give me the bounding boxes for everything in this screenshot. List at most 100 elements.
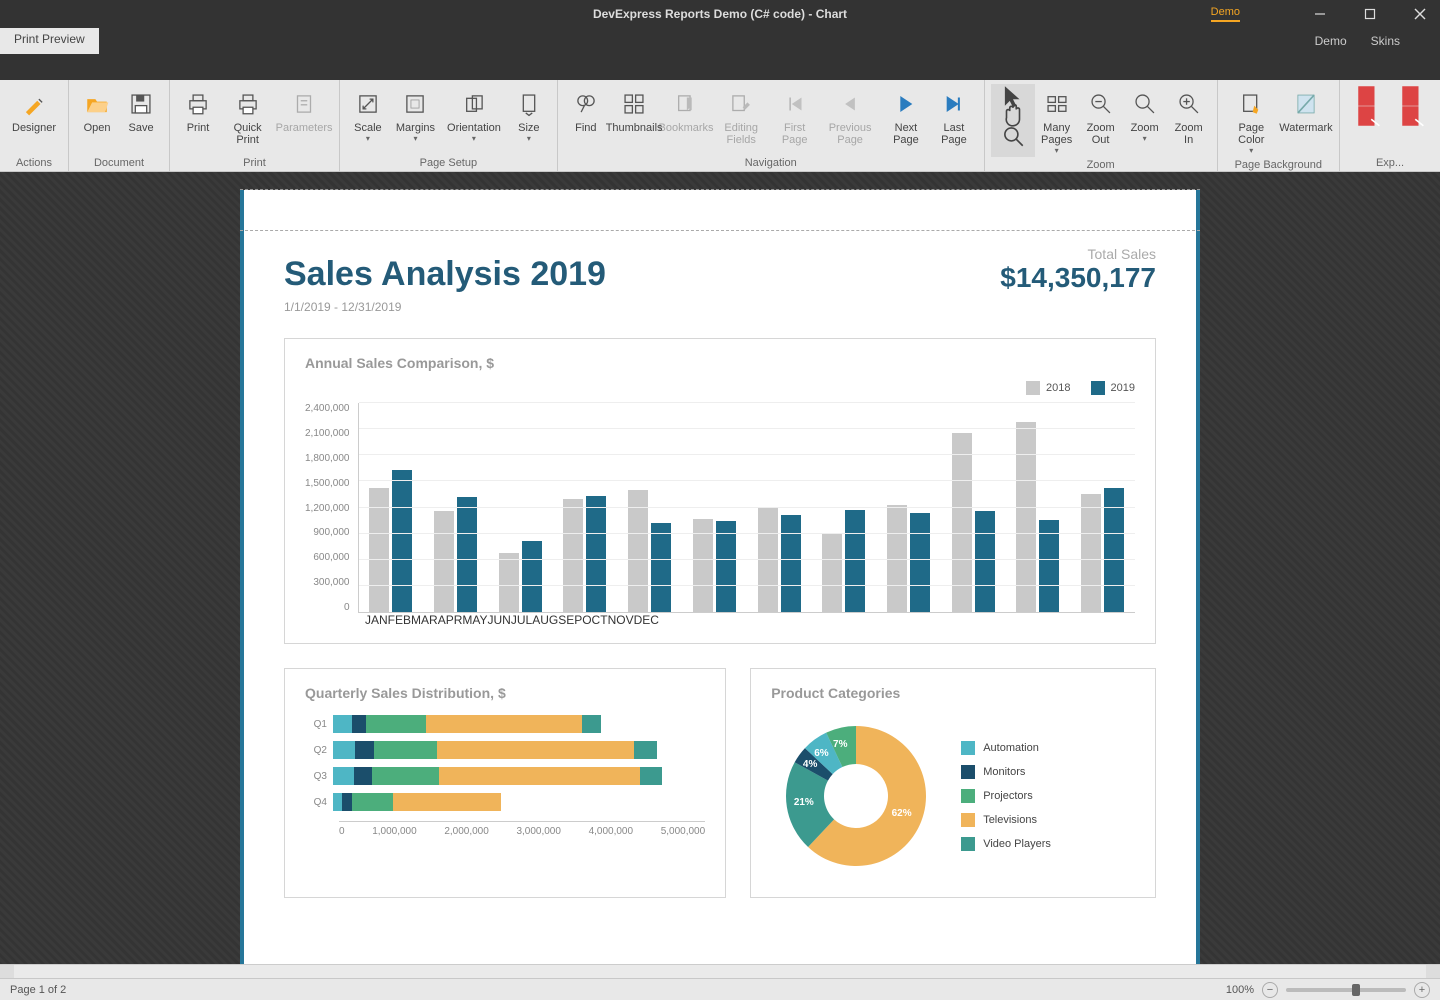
thumbs-label: Thumbnails	[606, 122, 663, 134]
quarterly-x-axis: 01,000,0002,000,0003,000,0004,000,0005,0…	[339, 821, 705, 837]
seg-Q4-Automation	[333, 793, 342, 811]
bar-2019-MAR	[522, 541, 542, 612]
params-label: Parameters	[276, 122, 333, 134]
editf-label: Editing Fields	[718, 122, 765, 146]
title-tabs: Demo Skins	[0, 28, 1440, 54]
print-label: Print	[187, 122, 210, 134]
pcolor-label: Page Color	[1230, 122, 1273, 146]
legend-item: Video Players	[961, 832, 1051, 856]
dropdown-arrow-icon: ▾	[413, 134, 417, 143]
export-email-icon[interactable]	[1399, 108, 1425, 124]
zoom-icon	[1132, 88, 1158, 120]
annual-y-axis: 2,400,0002,100,0001,800,0001,500,0001,20…	[305, 403, 358, 613]
export-pdf-icon[interactable]	[1355, 88, 1381, 104]
save-button[interactable]: Save	[119, 84, 163, 155]
status-bar: Page 1 of 2 100% − +	[0, 978, 1440, 1000]
bar-2018-MAR	[499, 553, 519, 612]
total-sales-value: $14,350,177	[1000, 262, 1156, 294]
seg-Q1-Automation	[333, 715, 352, 733]
zoom-slider[interactable]	[1286, 988, 1406, 992]
scale-label: Scale	[354, 122, 382, 134]
zin-button[interactable]: Zoom In	[1167, 84, 1211, 157]
thumbs-button[interactable]: Thumbnails	[608, 84, 661, 155]
title-tab-skins[interactable]: Skins	[1371, 34, 1400, 48]
last-icon	[941, 88, 967, 120]
ribbon-group-label: Page Setup	[346, 155, 551, 169]
editf-icon	[728, 88, 754, 120]
window-titlebar: DevExpress Reports Demo (C# code) - Char…	[0, 0, 1440, 28]
seg-Q2-VideoPlayers	[634, 741, 656, 759]
seg-Q1-VideoPlayers	[582, 715, 601, 733]
find-button[interactable]: Find	[564, 84, 608, 155]
margins-icon	[402, 88, 428, 120]
seg-Q2-Projectors	[374, 741, 437, 759]
export-email-icon[interactable]	[1355, 108, 1381, 124]
ribbon-group-label: Exp...	[1346, 155, 1434, 169]
wmark-label: Watermark	[1279, 122, 1332, 134]
zoom-percent: 100%	[1226, 984, 1254, 996]
wmark-button[interactable]: Watermark	[1279, 84, 1333, 157]
wmark-icon	[1293, 88, 1319, 120]
preview-canvas[interactable]: Sales Analysis 2019 Total Sales $14,350,…	[0, 172, 1440, 978]
orient-button[interactable]: Orientation ▾	[441, 84, 507, 155]
export-pdf-icon[interactable]	[1399, 88, 1425, 104]
ribbon-group-label: Navigation	[564, 155, 978, 169]
quarterly-chart-title: Quarterly Sales Distribution, $	[305, 685, 705, 701]
categories-card: Product Categories 62%21%4%6%7% Automati…	[750, 668, 1156, 898]
last-button[interactable]: Last Page	[930, 84, 977, 155]
exp1-button[interactable]	[1346, 84, 1390, 155]
annual-sales-card: Annual Sales Comparison, $ 20182019 2,40…	[284, 338, 1156, 644]
zout-button[interactable]: Zoom Out	[1079, 84, 1123, 157]
exp2-button[interactable]	[1390, 84, 1434, 155]
report-title: Sales Analysis 2019	[284, 255, 606, 294]
bkmk-button: Bookmarks	[660, 84, 711, 155]
annual-chart-title: Annual Sales Comparison, $	[305, 355, 1135, 371]
zin-label: Zoom In	[1173, 122, 1205, 146]
title-tab-demo[interactable]: Demo	[1315, 34, 1347, 48]
bkmk-label: Bookmarks	[659, 122, 714, 134]
open-button[interactable]: Open	[75, 84, 119, 155]
minimize-button[interactable]	[1300, 0, 1340, 28]
scale-icon	[355, 88, 381, 120]
many-label: Many Pages	[1041, 122, 1073, 146]
orient-label: Orientation	[447, 122, 501, 134]
zoom-in-button[interactable]: +	[1414, 982, 1430, 998]
many-button[interactable]: Many Pages ▾	[1035, 84, 1079, 157]
qprint-button[interactable]: Quick Print	[220, 84, 275, 155]
params-icon	[291, 88, 317, 120]
print-preview-tab[interactable]: Print Preview	[0, 28, 99, 54]
save-icon	[128, 88, 154, 120]
report-date-range: 1/1/2019 - 12/31/2019	[284, 300, 1156, 314]
margins-button[interactable]: Margins ▾	[390, 84, 441, 155]
zoom-out-button[interactable]: −	[1262, 982, 1278, 998]
pcolor-button[interactable]: Page Color ▾	[1224, 84, 1279, 157]
scale-button[interactable]: Scale ▾	[346, 84, 390, 155]
legend-item: Televisions	[961, 808, 1051, 832]
page-indicator: Page 1 of 2	[10, 984, 66, 996]
next-button[interactable]: Next Page	[882, 84, 931, 155]
hand-tool-icon[interactable]	[1000, 108, 1026, 124]
tools-button[interactable]	[991, 84, 1035, 157]
size-button[interactable]: Size ▾	[507, 84, 551, 155]
size-icon	[516, 88, 542, 120]
zoom-button[interactable]: Zoom ▾	[1123, 84, 1167, 157]
print-button[interactable]: Print	[176, 84, 220, 155]
editf-button: Editing Fields	[712, 84, 771, 155]
params-button: Parameters	[275, 84, 333, 155]
bar-2019-JUN	[716, 521, 736, 612]
bar-2018-JUL	[758, 508, 778, 612]
dropdown-arrow-icon: ▾	[366, 134, 370, 143]
pointer-tool-icon[interactable]	[1000, 88, 1026, 104]
bkmk-icon	[673, 88, 699, 120]
seg-Q3-Televisions	[439, 767, 640, 785]
seg-Q4-Projectors	[352, 793, 394, 811]
maximize-button[interactable]	[1350, 0, 1390, 28]
qprint-icon	[235, 88, 261, 120]
zoom-label: Zoom	[1131, 122, 1159, 134]
close-button[interactable]	[1400, 0, 1440, 28]
legend-item: Monitors	[961, 760, 1051, 784]
designer-button[interactable]: Designer	[6, 84, 62, 155]
total-sales-label: Total Sales	[1000, 246, 1156, 262]
horizontal-scrollbar[interactable]	[0, 964, 1440, 978]
magnifier-tool-icon[interactable]	[1000, 128, 1026, 144]
